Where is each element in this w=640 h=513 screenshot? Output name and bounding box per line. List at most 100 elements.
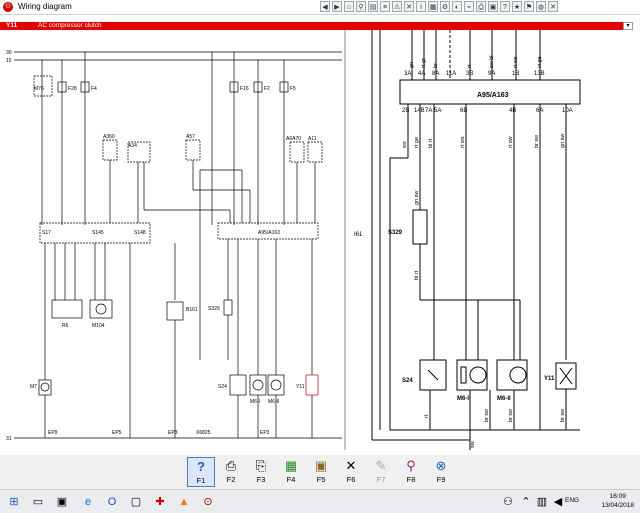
print-icon[interactable]: ⎙ — [476, 1, 486, 12]
wiring-icon[interactable]: ⌁ — [464, 1, 474, 12]
task-view-icon[interactable]: ▭ — [30, 494, 46, 510]
list-icon[interactable]: ≡ — [380, 1, 390, 12]
wire-switch-2: bl rt — [414, 270, 420, 280]
f6-tools-button[interactable]: ✕ F6 — [337, 457, 365, 487]
right-diagram-pane — [371, 30, 581, 450]
gear-icon[interactable]: ⚙ — [440, 1, 450, 12]
f3-print-preview-button[interactable]: ⎘ F3 — [247, 457, 275, 487]
label-M104: M104 — [92, 323, 105, 329]
ground-label-5: EP3 — [260, 430, 270, 436]
wire-bottom-2: rt ge — [414, 137, 420, 148]
left-diagram-labels: 30 15 31 M76 F28 F4 A360 A34 A57 A6A70 A… — [6, 50, 317, 442]
wire-bot-1: rt — [424, 414, 430, 418]
f8-search-button[interactable]: ⚲ F8 — [397, 457, 425, 487]
component-code: Y11 — [6, 22, 18, 29]
wire-bottom-7: gn sw — [560, 134, 566, 148]
window-icon[interactable]: ▢ — [128, 494, 144, 510]
pin-top-4: 11A — [446, 71, 456, 77]
f2-print-button[interactable]: ⎙ F2 — [217, 457, 245, 487]
pin-top-8: 13B — [534, 71, 545, 77]
globe-icon[interactable]: ◍ — [536, 1, 546, 12]
label-S24: S24 — [218, 384, 227, 390]
document-icon[interactable]: ▤ — [368, 1, 378, 12]
network-icon[interactable]: ▥ — [534, 494, 550, 510]
label-S329-right: S329 — [388, 230, 403, 236]
close-icon[interactable]: ✕ — [548, 1, 558, 12]
module-label: A95/A163 — [477, 92, 509, 99]
label-A57: A57 — [186, 134, 195, 140]
rail-label-31: 31 — [6, 436, 12, 442]
label-F28: F28 — [68, 86, 77, 92]
pin-bottom-1: 2B — [402, 108, 409, 114]
label-M6-I-right: M6-I — [457, 396, 469, 402]
label-S24-right: S24 — [402, 378, 413, 384]
warning-icon[interactable]: ⚠ — [392, 1, 402, 12]
star-icon[interactable]: ★ — [512, 1, 522, 12]
pin-top-2: 4A — [418, 71, 425, 77]
label-F16: F16 — [240, 86, 249, 92]
wire-top-6: rt ws — [513, 56, 519, 68]
f7-disabled-button: ✎ F7 — [367, 457, 395, 487]
diagram-header-bar: Y11 AC compressor clutch ▾ — [0, 22, 633, 30]
vlc-icon[interactable]: ▲ — [176, 494, 192, 510]
chevron-up-icon[interactable]: ⌃ — [518, 494, 534, 510]
ground-label-4: X6825 — [196, 430, 211, 436]
home-icon[interactable]: ⌂ — [344, 1, 354, 12]
f4-map-button[interactable]: ▦ F4 — [277, 457, 305, 487]
clock-date: 13/04/2018 — [601, 502, 634, 509]
wire-switch-1: gn sw — [414, 191, 420, 205]
edge-browser-icon[interactable]: e — [80, 494, 96, 510]
pin-bottom-3: 7A — [425, 108, 432, 114]
map-icon[interactable]: ▦ — [428, 1, 438, 12]
pin-bottom-6: 4B — [509, 108, 516, 114]
ground-label-3: EP3 — [168, 430, 178, 436]
car-icon[interactable]: ◐ — [452, 1, 462, 12]
search-icon[interactable]: ⚲ — [356, 1, 366, 12]
edge-label-I61: I61 — [354, 232, 363, 238]
disabled-tool-icon: ✎ — [375, 458, 387, 473]
wire-bottom-1: ws — [402, 141, 408, 149]
info-icon[interactable]: i — [416, 1, 426, 12]
map-icon: ▦ — [284, 458, 298, 473]
dropdown-arrow-icon[interactable]: ▾ — [623, 22, 633, 30]
people-icon[interactable]: ⚇ — [500, 494, 516, 510]
f5-toolbox-button[interactable]: ▣ F5 — [307, 457, 335, 487]
wire-top-2: rt gr — [421, 58, 427, 68]
toolbox-icon: ▣ — [314, 458, 328, 473]
volume-icon[interactable]: ◀ — [550, 494, 566, 510]
app-logo-icon: ⊙ — [3, 2, 13, 12]
start-icon[interactable]: ⊞ — [6, 494, 22, 510]
right-wire-color-labels: gn rt gr br rt sw bl rt ws vi ge ws rt g… — [402, 55, 566, 448]
f9-zoom-button[interactable]: ⊗ F9 — [427, 457, 455, 487]
wire-bottom-3: bl rt — [428, 138, 434, 148]
language-indicator[interactable]: ENG — [565, 497, 579, 504]
toolbar-icons: ◀ ▶ ⌂ ⚲ ▤ ≡ ⚠ ✕ i ▦ ⚙ ◐ ⌁ ⎙ ▣ ? ★ ⚑ ◍ ✕ — [320, 1, 558, 12]
label-S17: S17 — [42, 230, 51, 236]
label-M6-II: M6-II — [268, 399, 279, 405]
forward-icon[interactable]: ▶ — [332, 1, 342, 12]
label-F2: F2 — [264, 86, 270, 92]
label-S329: S329 — [208, 306, 220, 312]
f1-help-button[interactable]: ? F1 — [187, 457, 215, 487]
wiring-diagram: 30 15 31 M76 F28 F4 A360 A34 A57 A6A70 A… — [6, 30, 581, 450]
help-icon[interactable]: ? — [500, 1, 510, 12]
label-Y11-right: Y11 — [544, 376, 555, 382]
function-key-bar: ? F1 ⎙ F2 ⎘ F3 ▦ F4 ▣ F5 ✕ F6 ✎ F7 ⚲ F8 … — [0, 455, 640, 489]
flag-icon[interactable]: ⚑ — [524, 1, 534, 12]
save-icon[interactable]: ▣ — [488, 1, 498, 12]
wire-bot-2: br sw — [484, 409, 490, 422]
pin-top-6: 9A — [488, 71, 495, 77]
rail-label-30: 30 — [6, 50, 12, 56]
wire-bottom-4: rt ws — [460, 136, 466, 148]
uk-flag-icon[interactable]: ✚ — [152, 494, 168, 510]
ground-label-1: EP9 — [48, 430, 58, 436]
folder-icon[interactable]: ▣ — [54, 494, 70, 510]
wiring-app-icon[interactable]: ⊙ — [200, 494, 216, 510]
label-A6A70: A6A70 — [286, 136, 301, 142]
back-icon[interactable]: ◀ — [320, 1, 330, 12]
clock[interactable]: 16:09 13/04/2018 — [601, 492, 634, 510]
wire-top-4: rt — [467, 64, 473, 68]
tools-icon[interactable]: ✕ — [404, 1, 414, 12]
pin-top-5: 3B — [466, 71, 473, 77]
outlook-icon[interactable]: O — [104, 494, 120, 510]
